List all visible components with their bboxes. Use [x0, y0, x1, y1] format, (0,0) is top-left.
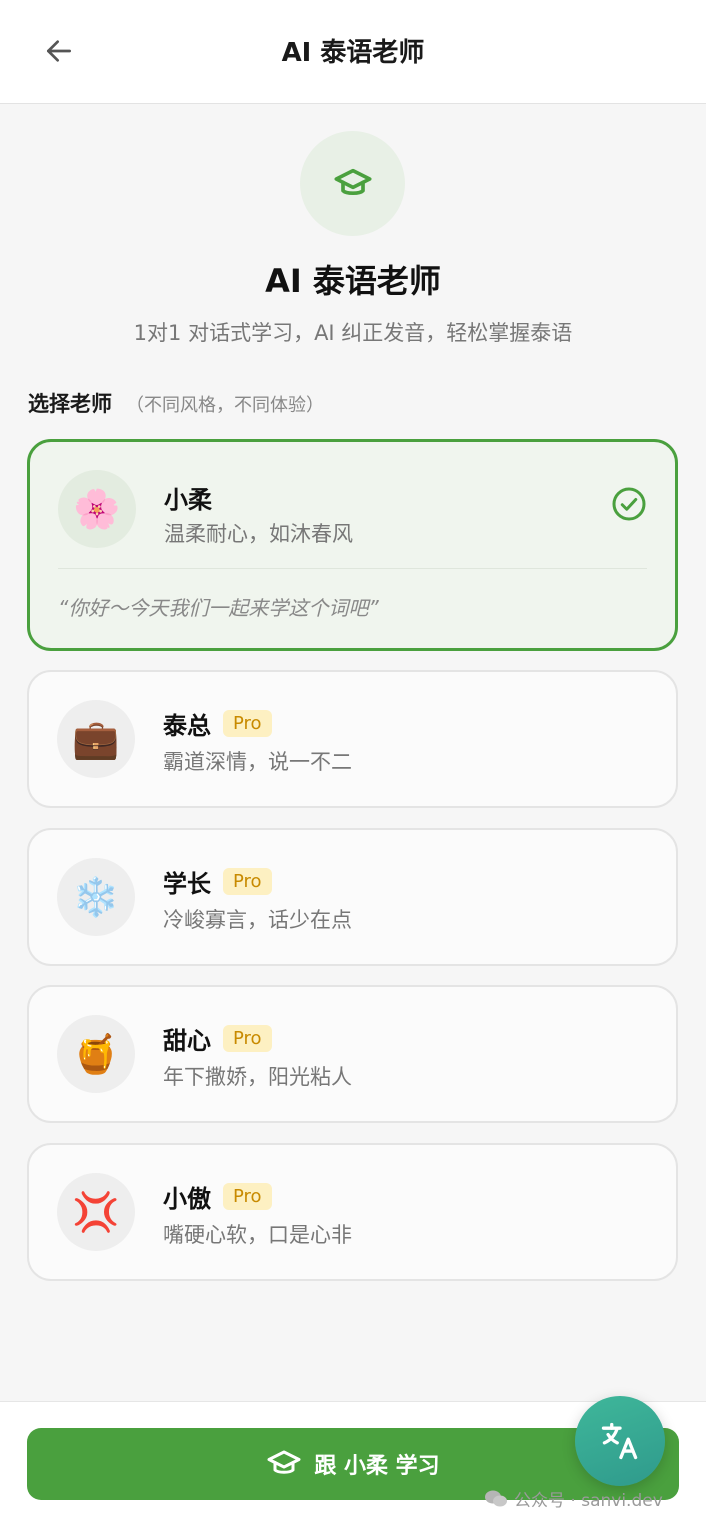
- teacher-name: 小傲: [163, 1185, 211, 1213]
- teacher-card-xuezhang[interactable]: ❄️ 学长 Pro 冷峻寡言，话少在点: [27, 828, 678, 966]
- teacher-avatar: 💼: [57, 700, 135, 778]
- teacher-avatar: ❄️: [57, 858, 135, 936]
- watermark: 公众号 · sanvi.dev: [484, 1486, 663, 1511]
- teacher-description: 霸道深情，说一不二: [163, 750, 352, 774]
- teacher-card-tianxin[interactable]: 🍯 甜心 Pro 年下撒娇，阳光粘人: [27, 985, 678, 1123]
- graduation-cap-badge: [300, 131, 405, 236]
- teacher-avatar: 🌸: [58, 470, 136, 548]
- teacher-name-row: 学长 Pro: [163, 864, 272, 899]
- teacher-card-taizong[interactable]: 💼 泰总 Pro 霸道深情，说一不二: [27, 670, 678, 808]
- teacher-name: 甜心: [163, 1027, 211, 1055]
- teacher-avatar: 💢: [57, 1173, 135, 1251]
- translate-fab[interactable]: [575, 1396, 665, 1486]
- teacher-description: 年下撒娇，阳光粘人: [163, 1065, 352, 1089]
- page-title: AI 泰语老师: [281, 38, 425, 68]
- teacher-name-row: 小柔: [164, 480, 212, 515]
- teacher-name: 泰总: [163, 712, 211, 740]
- teacher-description: 温柔耐心，如沐春风: [164, 522, 353, 546]
- pro-badge: Pro: [223, 1183, 272, 1210]
- teacher-description: 冷峻寡言，话少在点: [163, 908, 352, 932]
- hero-title: AI 泰语老师: [265, 262, 441, 300]
- teacher-card-xiaorou[interactable]: 🌸 小柔 温柔耐心，如沐春风 “你好～今天我们一起来学这个词吧”: [27, 439, 678, 651]
- hero-subtitle: 1对1 对话式学习，AI 纠正发音，轻松掌握泰语: [133, 321, 573, 345]
- pro-badge: Pro: [223, 710, 272, 737]
- section-hint: （不同风格，不同体验）: [126, 395, 324, 416]
- pro-badge: Pro: [223, 1025, 272, 1052]
- check-circle-icon: [612, 487, 646, 521]
- teacher-name-row: 泰总 Pro: [163, 706, 272, 741]
- teacher-quote: “你好～今天我们一起来学这个词吧”: [58, 596, 379, 620]
- teacher-avatar: 🍯: [57, 1015, 135, 1093]
- teacher-name: 学长: [163, 870, 211, 898]
- graduation-cap-icon: [267, 1450, 301, 1474]
- teacher-card-xiaoao[interactable]: 💢 小傲 Pro 嘴硬心软，口是心非: [27, 1143, 678, 1281]
- translate-icon: [601, 1422, 638, 1460]
- section-header: 选择老师 （不同风格，不同体验）: [28, 388, 324, 418]
- teacher-description: 嘴硬心软，口是心非: [163, 1223, 352, 1247]
- watermark-text: 公众号 · sanvi.dev: [514, 1491, 663, 1511]
- teacher-name-row: 甜心 Pro: [163, 1021, 272, 1056]
- wechat-icon: [485, 1490, 507, 1506]
- section-label: 选择老师: [28, 392, 112, 416]
- graduation-cap-icon: [334, 168, 371, 195]
- teacher-name: 小柔: [164, 486, 212, 514]
- teacher-name-row: 小傲 Pro: [163, 1179, 272, 1214]
- start-learning-label: 跟 小柔 学习: [314, 1454, 440, 1479]
- pro-badge: Pro: [223, 868, 272, 895]
- card-divider: [58, 568, 647, 569]
- top-bar: AI 泰语老师: [0, 0, 706, 104]
